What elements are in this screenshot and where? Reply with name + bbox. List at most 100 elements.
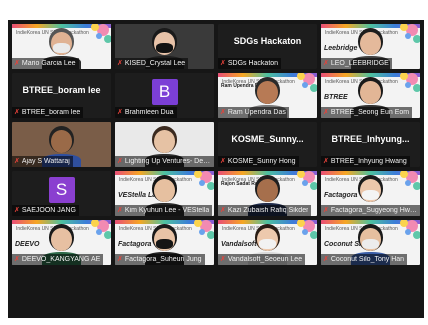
participant-name-label: ✗ KISED_Crystal Lee <box>115 58 189 69</box>
participant-tile[interactable]: IndieKorea UN SDGs HackathonLeebridge✗LE… <box>321 24 420 69</box>
participant-name-label: ✗ Vandalsoft_Seoeun Lee <box>218 254 306 265</box>
participant-face <box>51 228 72 251</box>
participant-name-label: ✗ BTREE_Seong Eun Eom <box>321 107 413 118</box>
participant-name: SAEJOON JANG <box>21 206 76 214</box>
mic-muted-icon: ✗ <box>14 255 20 263</box>
participant-tile[interactable]: KOSME_Sunny... ✗ KOSME_Sunny Hong <box>218 122 317 167</box>
participant-tile[interactable]: IndieKorea UN SDGs HackathonBTREE✗BTREE_… <box>321 73 420 118</box>
face-mask <box>361 189 380 200</box>
participant-name: Lighting Up Ventures- Devi... <box>124 157 211 165</box>
participant-display-name: BTREE_Inhyung... <box>331 134 410 145</box>
participant-tile[interactable]: IndieKorea UN SDGs HackathonRajon Sadat … <box>218 171 317 216</box>
participant-tile[interactable]: IndieKorea UN SDGs HackathonRam Upendra … <box>218 73 317 118</box>
participant-name: SDGs Hackaton <box>227 59 279 67</box>
participant-name: LEO_LEEBRIDGE <box>330 59 389 67</box>
mic-muted-icon: ✗ <box>323 255 329 263</box>
participant-face <box>360 32 381 55</box>
participant-tile[interactable]: ✗ KISED_Crystal Lee <box>115 24 214 69</box>
participant-tile[interactable]: IndieKorea UN SDGs HackathonDEEVO✗DEEVO_… <box>12 220 111 265</box>
participant-face <box>154 130 175 153</box>
participant-tile[interactable]: IndieKorea UN SDGs Hackathon✗Mario Garci… <box>12 24 111 69</box>
participant-tile[interactable]: IndieKorea UN SDGs HackathonFactagora✗Fa… <box>321 171 420 216</box>
participant-name: Ajay S Wattaraj <box>21 157 70 165</box>
participant-name: Coconut Silo_Tony Han <box>330 255 405 263</box>
mic-muted-icon: ✗ <box>220 157 226 165</box>
participant-name-label: ✗ Lighting Up Ventures- Devi... <box>115 156 214 167</box>
participant-face <box>257 81 278 104</box>
participant-name-label: ✗ Mario Garcia Lee <box>12 58 79 69</box>
participant-name-label: ✗ Factagora_Suheun Jung <box>115 254 205 265</box>
participant-tile[interactable]: BTREE_boram lee ✗ BTREE_boram lee <box>12 73 111 118</box>
mic-muted-icon: ✗ <box>14 157 20 165</box>
mic-muted-icon: ✗ <box>323 206 329 214</box>
participant-avatar: S <box>48 177 75 204</box>
face-mask <box>258 238 277 249</box>
mic-muted-icon: ✗ <box>323 108 329 116</box>
face-mask <box>52 42 71 53</box>
participant-tile[interactable]: B ✗ Brahmleen Dua <box>115 73 214 118</box>
participant-name-label: ✗ BTREE_boram lee <box>12 107 84 118</box>
participant-name-label: ✗ DEEVO_KANGYANG AE <box>12 254 104 265</box>
video-gallery-grid: IndieKorea UN SDGs Hackathon✗Mario Garci… <box>8 20 424 318</box>
participant-name: BTREE_boram lee <box>21 108 81 116</box>
participant-tile[interactable]: ✗ Lighting Up Ventures- Devi... <box>115 122 214 167</box>
participant-tile[interactable]: IndieKorea UN SDGs HackathonFactagora✗Fa… <box>115 220 214 265</box>
participant-name: DEEVO_KANGYANG AE <box>21 255 101 263</box>
participant-name: Factagora_Sugyeong Hwang <box>330 206 417 214</box>
participant-name-label: ✗ SDGs Hackaton <box>218 58 282 69</box>
participant-tile[interactable]: IndieKorea UN SDGs HackathonCoconut Silo… <box>321 220 420 265</box>
participant-name: BTREE_Seong Eun Eom <box>330 108 410 116</box>
mic-muted-icon: ✗ <box>14 108 20 116</box>
participant-name-label: ✗ Kim Kyuhun Lee - VEStella <box>115 205 213 216</box>
participant-face <box>154 179 175 202</box>
participant-name: Mario Garcia Lee <box>21 59 76 67</box>
participant-name-label: ✗ Factagora_Sugyeong Hwang <box>321 205 420 216</box>
mic-muted-icon: ✗ <box>117 157 123 165</box>
participant-name: Factagora_Suheun Jung <box>124 255 202 263</box>
participant-tile[interactable]: IndieKorea UN SDGs HackathonVandalsoft✗V… <box>218 220 317 265</box>
face-mask <box>155 42 174 53</box>
participant-display-name: KOSME_Sunny... <box>231 134 304 145</box>
mic-muted-icon: ✗ <box>323 59 329 67</box>
participant-name: Kazi Zubaish Rafiq Sikder <box>227 206 309 214</box>
mic-muted-icon: ✗ <box>323 157 329 165</box>
participant-tile[interactable]: SDGs Hackaton ✗ SDGs Hackaton <box>218 24 317 69</box>
participant-name-label: ✗ LEO_LEEBRIDGE <box>321 58 392 69</box>
mic-muted-icon: ✗ <box>14 206 20 214</box>
participant-name-label: ✗ KOSME_Sunny Hong <box>218 156 299 167</box>
participant-tile[interactable]: IndieKorea UN SDGs HackathonVEStella Lab… <box>115 171 214 216</box>
mic-muted-icon: ✗ <box>117 108 123 116</box>
participant-tile[interactable]: ✗ Ajay S Wattaraj <box>12 122 111 167</box>
mic-muted-icon: ✗ <box>117 206 123 214</box>
face-mask <box>361 238 380 249</box>
mic-muted-icon: ✗ <box>117 59 123 67</box>
participant-name-label: ✗ SAEJOON JANG <box>12 205 79 216</box>
mic-muted-icon: ✗ <box>220 59 226 67</box>
participant-name-label: ✗ Kazi Zubaish Rafiq Sikder <box>218 205 312 216</box>
mic-muted-icon: ✗ <box>220 255 226 263</box>
mic-muted-icon: ✗ <box>117 255 123 263</box>
mic-muted-icon: ✗ <box>14 59 20 67</box>
participant-tile[interactable]: S ✗ SAEJOON JANG <box>12 171 111 216</box>
mic-muted-icon: ✗ <box>220 108 226 116</box>
participant-display-name: BTREE_boram lee <box>22 85 101 96</box>
participant-avatar: B <box>151 79 178 106</box>
participant-name-label: ✗ Ajay S Wattaraj <box>12 156 73 167</box>
participant-name-label: ✗ BTREE_Inhyung Hwang <box>321 156 410 167</box>
participant-name: Kim Kyuhun Lee - VEStella <box>124 206 210 214</box>
participant-face <box>360 81 381 104</box>
participant-face <box>257 179 278 202</box>
participant-name: KOSME_Sunny Hong <box>227 157 296 165</box>
participant-name: BTREE_Inhyung Hwang <box>330 157 407 165</box>
participant-name-label: ✗ Brahmleen Dua <box>115 107 177 118</box>
participant-name: Ram Upendra Das <box>227 108 286 116</box>
participant-tile[interactable]: BTREE_Inhyung... ✗ BTREE_Inhyung Hwang <box>321 122 420 167</box>
participant-face <box>51 130 72 153</box>
participant-name: Brahmleen Dua <box>124 108 174 116</box>
face-mask <box>155 238 174 249</box>
mic-muted-icon: ✗ <box>220 206 226 214</box>
participant-name: Vandalsoft_Seoeun Lee <box>227 255 303 263</box>
participant-display-name: SDGs Hackaton <box>233 36 302 47</box>
participant-name: KISED_Crystal Lee <box>124 59 186 67</box>
participant-name-label: ✗ Ram Upendra Das <box>218 107 289 118</box>
